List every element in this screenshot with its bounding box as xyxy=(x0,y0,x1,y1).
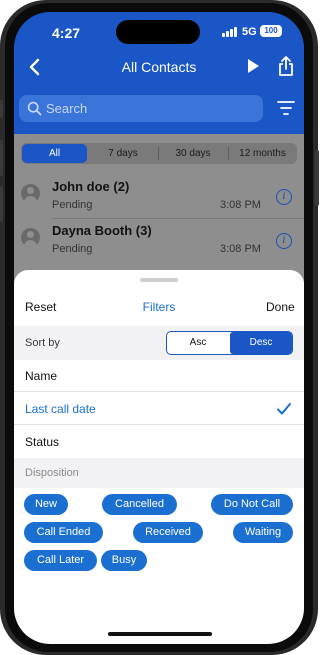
sort-field-name[interactable]: Name xyxy=(14,360,304,392)
page-title: All Contacts xyxy=(121,59,197,75)
status-time: 4:27 xyxy=(52,25,81,41)
segment-all[interactable]: All xyxy=(22,144,87,163)
side-button-volume-down xyxy=(0,186,3,222)
sheet-title: Filters xyxy=(142,300,176,314)
sheet-header: Reset Filters Done xyxy=(14,296,304,316)
share-icon[interactable] xyxy=(278,55,294,77)
done-button[interactable]: Done xyxy=(266,300,295,314)
avatar-icon xyxy=(21,228,40,247)
segment-30-days[interactable]: 30 days xyxy=(159,144,227,163)
disposition-chip-busy[interactable]: Busy xyxy=(101,550,147,571)
date-range-segmented-control: All 7 days 30 days 12 months xyxy=(21,143,297,164)
filter-icon[interactable] xyxy=(277,100,295,116)
sort-desc-option[interactable]: Desc xyxy=(230,332,292,354)
side-button-volume-up xyxy=(0,140,3,176)
contact-row[interactable]: John doe (2) Pending 3:08 PM i xyxy=(14,175,304,219)
side-button-power xyxy=(315,150,319,206)
filters-bottom-sheet: Reset Filters Done Sort by Asc Desc Name… xyxy=(14,270,304,644)
sort-field-last-call-date[interactable]: Last call date xyxy=(14,393,304,425)
contact-name: Dayna Booth (3) xyxy=(52,223,152,238)
disposition-chip-call-later[interactable]: Call Later xyxy=(24,550,97,571)
info-icon[interactable]: i xyxy=(276,189,292,205)
header-area: 4:27 5G 100 All Contacts Search xyxy=(14,12,304,144)
search-placeholder: Search xyxy=(46,101,88,116)
contact-status: Pending xyxy=(52,199,93,211)
segment-12-months[interactable]: 12 months xyxy=(229,144,296,163)
disposition-chip-received[interactable]: Received xyxy=(133,522,203,543)
sort-field-label: Name xyxy=(25,369,58,383)
disposition-header: Disposition xyxy=(14,458,304,488)
info-icon[interactable]: i xyxy=(276,233,292,249)
search-input[interactable]: Search xyxy=(19,95,263,122)
disposition-chip-do-not-call[interactable]: Do Not Call xyxy=(211,494,293,515)
signal-icon xyxy=(222,26,238,37)
sort-field-status[interactable]: Status xyxy=(14,426,304,458)
contact-time: 3:08 PM xyxy=(220,243,261,255)
disposition-chip-call-ended[interactable]: Call Ended xyxy=(24,522,103,543)
screen: 4:27 5G 100 All Contacts Search All 7 da… xyxy=(14,12,304,644)
contact-time: 3:08 PM xyxy=(220,199,261,211)
contact-list: All 7 days 30 days 12 months John doe (2… xyxy=(14,134,304,284)
checkmark-icon xyxy=(276,401,292,417)
disposition-chip-waiting[interactable]: Waiting xyxy=(233,522,293,543)
sort-field-label: Last call date xyxy=(25,402,96,416)
sort-asc-option[interactable]: Asc xyxy=(167,332,229,354)
nav-bar: All Contacts xyxy=(14,52,304,82)
sort-by-row: Sort by Asc Desc xyxy=(14,326,304,360)
contact-status: Pending xyxy=(52,243,93,255)
battery-level: 100 xyxy=(264,26,278,35)
segment-7-days[interactable]: 7 days xyxy=(89,144,157,163)
battery-icon: 100 xyxy=(260,25,282,37)
disposition-label: Disposition xyxy=(25,467,79,479)
sort-order-toggle: Asc Desc xyxy=(166,331,293,355)
network-type: 5G xyxy=(242,26,257,38)
disposition-chip-cancelled[interactable]: Cancelled xyxy=(102,494,177,515)
disposition-chip-new[interactable]: New xyxy=(24,494,68,515)
contact-name: John doe (2) xyxy=(52,179,130,194)
home-indicator xyxy=(108,632,212,636)
search-icon xyxy=(27,101,42,116)
sheet-grabber[interactable] xyxy=(140,278,178,282)
contact-row[interactable]: Dayna Booth (3) Pending 3:08 PM i xyxy=(14,219,304,263)
side-button-action xyxy=(0,100,3,118)
avatar-icon xyxy=(21,184,40,203)
play-icon[interactable] xyxy=(246,58,260,74)
sort-field-label: Status xyxy=(25,435,60,449)
dynamic-island xyxy=(116,20,200,44)
sort-by-label: Sort by xyxy=(25,337,60,349)
status-bar: 4:27 5G 100 xyxy=(14,12,304,50)
